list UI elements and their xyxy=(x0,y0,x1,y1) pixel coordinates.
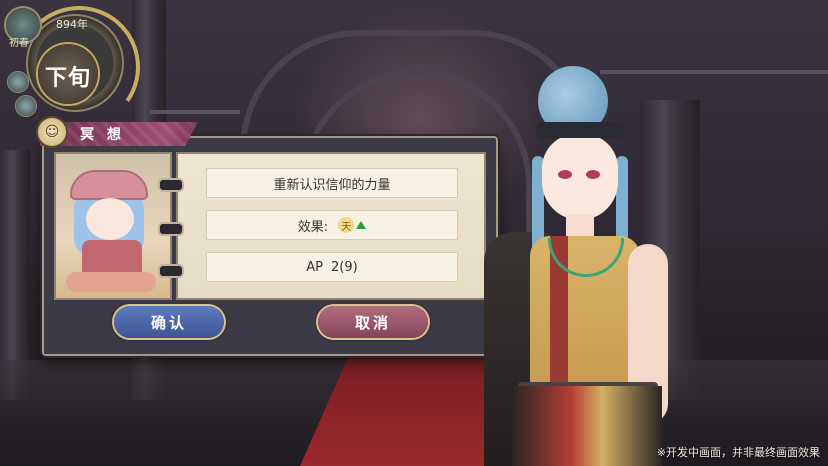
sun-badge-icon[interactable] xyxy=(8,72,28,92)
meditation-icon: ☺ xyxy=(38,118,66,146)
settings-badge-icon[interactable] xyxy=(16,96,36,116)
dialog-title: 冥 想 xyxy=(80,127,125,143)
confirm-button[interactable]: 确认 xyxy=(114,306,224,338)
left-balcony-rail xyxy=(150,110,240,114)
calendar-year: 894年 xyxy=(56,18,88,31)
action-text: 重新认识信仰的力量 xyxy=(273,177,391,193)
season-label: 初春 xyxy=(9,38,29,49)
character-portrait xyxy=(54,152,172,300)
character-illustration xyxy=(478,60,708,466)
binder-ring xyxy=(158,264,184,278)
ap-label: AP xyxy=(306,259,324,275)
ap-row: AP 2(9) xyxy=(206,252,458,282)
confirm-button-label: 确认 xyxy=(150,313,187,332)
effect-label: 效果: xyxy=(297,219,329,235)
dev-disclaimer: ※开发中画面，并非最终画面效果 xyxy=(656,446,820,459)
binder-ring xyxy=(158,178,184,192)
effect-row: 效果: 天 xyxy=(206,210,458,240)
effect-badge: 天 xyxy=(338,217,355,233)
action-row: 重新认识信仰的力量 xyxy=(206,168,458,198)
cancel-button-label: 取消 xyxy=(354,313,391,332)
up-arrow-icon xyxy=(356,221,367,229)
binder-ring xyxy=(158,222,184,236)
ap-value: 2(9) xyxy=(331,259,358,275)
cancel-button[interactable]: 取消 xyxy=(318,306,428,338)
calendar-period: 下旬 xyxy=(44,66,91,91)
